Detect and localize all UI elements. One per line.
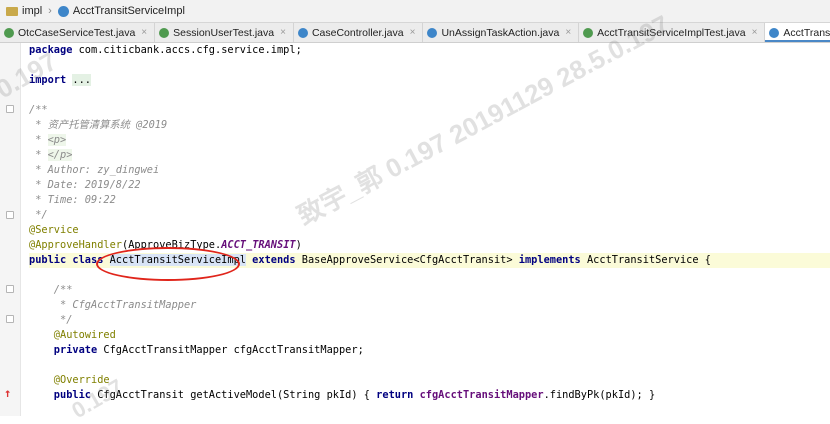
tab-label: SessionUserTest.java [173, 26, 275, 39]
folder-icon [6, 6, 18, 16]
breadcrumb-file[interactable]: AcctTransitServiceImpl [73, 5, 185, 17]
tab-unassign-task-action[interactable]: UnAssignTaskAction.java × [423, 23, 580, 42]
close-icon[interactable]: × [280, 27, 286, 38]
test-class-icon [583, 27, 594, 38]
folded-imports[interactable]: ... [72, 74, 92, 86]
code-line: * 资产托管清算系统 @2019 [29, 119, 168, 131]
breadcrumb-folder[interactable]: impl [22, 5, 42, 17]
fold-marker-icon[interactable] [6, 105, 14, 113]
editor-gutter[interactable] [0, 43, 21, 416]
chevron-right-icon: › [48, 5, 52, 17]
close-icon[interactable]: × [410, 27, 416, 38]
highlight-circle [96, 247, 240, 281]
code-line: * Time: 09:22 [29, 194, 116, 206]
implements-arrow-icon[interactable]: ↑ [4, 386, 11, 400]
class-icon [427, 27, 438, 38]
code-line: * </p> [29, 149, 73, 161]
code-line: package com.citicbank.accs.cfg.service.i… [29, 44, 302, 56]
fold-marker-icon[interactable] [6, 285, 14, 293]
code-line: @Service [29, 224, 79, 236]
class-icon [57, 5, 69, 17]
class-icon [297, 27, 308, 38]
tab-label: CaseController.java [311, 26, 404, 39]
test-class-icon [159, 27, 170, 38]
code-line: * <p> [29, 134, 67, 146]
code-line: * Date: 2019/8/22 [29, 179, 141, 191]
test-class-icon [4, 27, 14, 38]
tab-label: UnAssignTaskAction.java [441, 26, 560, 39]
editor-tab-bar: OtcCaseServiceTest.java × SessionUserTes… [0, 23, 830, 43]
code-line: import ... [29, 74, 92, 86]
code-line: @Autowired [29, 329, 116, 341]
code-line: private CfgAcctTransitMapper cfgAcctTran… [29, 344, 364, 356]
code-line: /** [29, 284, 73, 296]
class-icon [769, 27, 780, 38]
code-line: /** [29, 104, 48, 116]
code-editor[interactable]: package com.citicbank.accs.cfg.service.i… [29, 43, 830, 403]
fold-marker-icon[interactable] [6, 315, 14, 323]
close-icon[interactable]: × [141, 27, 147, 38]
code-line: */ [29, 314, 73, 326]
code-line: * Author: zy_dingwei [29, 164, 160, 176]
code-line: public CfgAcctTransit getActiveModel(Str… [29, 389, 656, 401]
tab-session-user-test[interactable]: SessionUserTest.java × [155, 23, 294, 42]
tab-otc-case-service-test[interactable]: OtcCaseServiceTest.java × [0, 23, 156, 42]
tab-label: OtcCaseServiceTest.java [18, 26, 136, 39]
tab-case-controller[interactable]: CaseController.java × [294, 23, 424, 42]
tab-acct-transit-service-impl[interactable]: AcctTransitServiceImpl.java × [765, 23, 830, 42]
code-line: @Override [29, 374, 110, 386]
tab-label: AcctTransitServiceImplTest.java [597, 26, 746, 39]
code-line: */ [29, 209, 48, 221]
breadcrumb: impl › AcctTransitServiceImpl [0, 0, 830, 23]
close-icon[interactable]: × [565, 27, 571, 38]
fold-marker-icon[interactable] [6, 211, 14, 219]
tab-acct-transit-service-impl-test[interactable]: AcctTransitServiceImplTest.java × [579, 23, 766, 42]
close-icon[interactable]: × [752, 27, 758, 38]
code-line: * CfgAcctTransitMapper [29, 299, 197, 311]
tab-label: AcctTransitServiceImpl.java [783, 26, 830, 39]
